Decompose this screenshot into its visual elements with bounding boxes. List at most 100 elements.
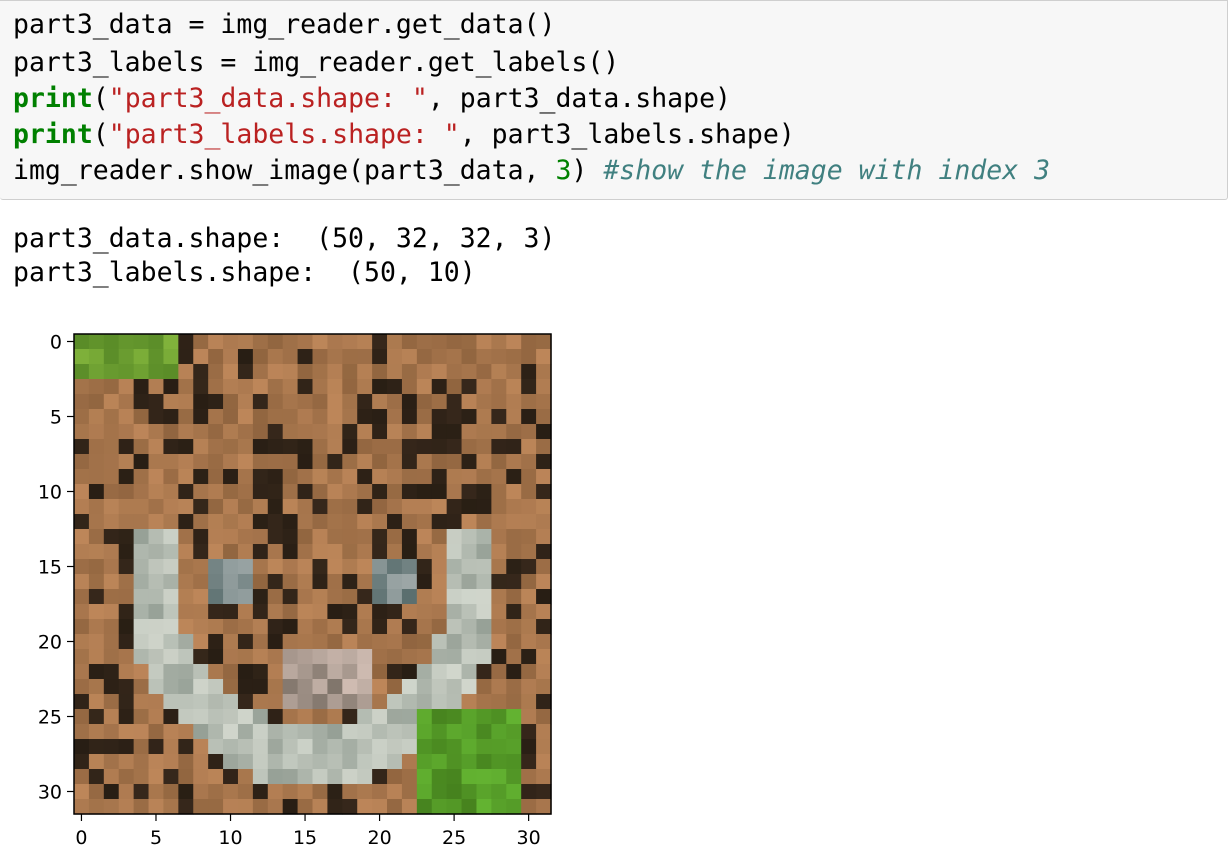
image-pixel xyxy=(312,379,329,395)
image-pixel xyxy=(312,619,329,635)
image-pixel xyxy=(446,649,463,665)
image-pixel xyxy=(491,799,507,815)
image-pixel xyxy=(476,394,492,410)
image-pixel xyxy=(88,604,105,620)
code-token: , part3_labels.shape) xyxy=(459,119,795,150)
image-pixel xyxy=(431,739,448,755)
image-pixel xyxy=(148,394,165,410)
image-pixel xyxy=(401,439,418,455)
image-pixel xyxy=(431,799,448,815)
image-pixel xyxy=(103,364,120,380)
image-pixel xyxy=(312,469,329,485)
image-pixel xyxy=(357,619,373,635)
y-tick-label: 15 xyxy=(38,557,62,579)
code-input-cell[interactable]: part3_data = img_reader.get_data() part3… xyxy=(0,0,1228,200)
image-pixel xyxy=(252,694,269,710)
image-pixel xyxy=(401,424,418,440)
image-pixel xyxy=(208,484,224,500)
image-pixel xyxy=(387,559,403,575)
image-pixel xyxy=(416,634,433,650)
image-pixel xyxy=(88,619,105,635)
image-pixel xyxy=(506,334,522,350)
image-pixel xyxy=(372,484,388,500)
image-pixel xyxy=(506,454,522,470)
image-pixel xyxy=(327,574,343,590)
image-pixel xyxy=(208,454,224,470)
image-pixel xyxy=(387,574,403,590)
image-pixel xyxy=(148,649,165,665)
image-pixel xyxy=(342,604,358,620)
image-pixel xyxy=(342,409,358,425)
image-pixel xyxy=(148,769,165,785)
image-pixel xyxy=(118,634,135,650)
image-pixel xyxy=(506,379,522,395)
image-pixel xyxy=(342,589,358,605)
x-tick-label: 0 xyxy=(75,827,87,849)
image-pixel xyxy=(312,604,329,620)
image-pixel xyxy=(327,379,343,395)
image-pixel xyxy=(357,394,373,410)
image-pixel xyxy=(74,334,90,350)
image-pixel xyxy=(342,754,358,770)
image-pixel xyxy=(372,364,388,380)
image-pixel xyxy=(416,544,433,560)
image-pixel xyxy=(148,529,165,545)
image-pixel xyxy=(148,664,165,680)
image-pixel xyxy=(491,514,507,530)
code-token: print xyxy=(13,83,93,114)
image-pixel xyxy=(476,364,492,380)
image-pixel xyxy=(387,439,403,455)
image-pixel xyxy=(401,679,418,695)
image-pixel xyxy=(282,469,299,485)
x-axis-ticks: 0 5 10 15 20 25 30 xyxy=(75,814,541,849)
image-pixel xyxy=(193,529,209,545)
image-pixel xyxy=(267,604,284,620)
image-pixel xyxy=(74,634,90,650)
image-pixel xyxy=(312,769,329,785)
image-pixel xyxy=(103,394,120,410)
image-pixel xyxy=(446,379,463,395)
image-pixel xyxy=(536,769,552,785)
image-pixel xyxy=(148,544,165,560)
image-pixel xyxy=(521,694,537,710)
image-pixel xyxy=(118,604,135,620)
y-tick-label: 10 xyxy=(38,482,62,504)
image-pixel xyxy=(133,409,150,425)
image-pixel xyxy=(88,394,105,410)
image-pixel xyxy=(237,349,254,365)
image-pixel xyxy=(416,529,433,545)
image-pixel xyxy=(103,799,120,815)
image-pixel xyxy=(208,589,224,605)
image-pixel xyxy=(148,799,165,815)
image-pixel xyxy=(476,574,492,590)
image-pixel xyxy=(297,679,314,695)
image-pixel xyxy=(476,469,492,485)
image-pixel xyxy=(506,679,522,695)
image-pixel xyxy=(237,409,254,425)
image-pixel xyxy=(312,589,329,605)
image-pixel xyxy=(506,634,522,650)
image-pixel xyxy=(506,559,522,575)
image-pixel xyxy=(536,709,552,725)
image-pixel xyxy=(491,559,507,575)
image-pixel xyxy=(431,679,448,695)
image-pixel xyxy=(521,424,537,440)
code-token: "part3_data.shape: " xyxy=(108,83,428,114)
image-pixel xyxy=(416,574,433,590)
image-pixel xyxy=(327,394,343,410)
image-pixel xyxy=(163,499,179,515)
image-pixel xyxy=(372,499,388,515)
image-pixel xyxy=(223,724,239,740)
image-pixel xyxy=(252,439,269,455)
image-pixel xyxy=(88,454,105,470)
image-pixel xyxy=(208,424,224,440)
image-pixel xyxy=(297,694,314,710)
image-pixel xyxy=(461,559,478,575)
image-pixel xyxy=(372,604,388,620)
image-pixel xyxy=(223,484,239,500)
image-pixel xyxy=(237,799,254,815)
image-pixel xyxy=(193,754,209,770)
image-pixel xyxy=(446,739,463,755)
image-pixel xyxy=(491,784,507,800)
image-pixel xyxy=(163,649,179,665)
